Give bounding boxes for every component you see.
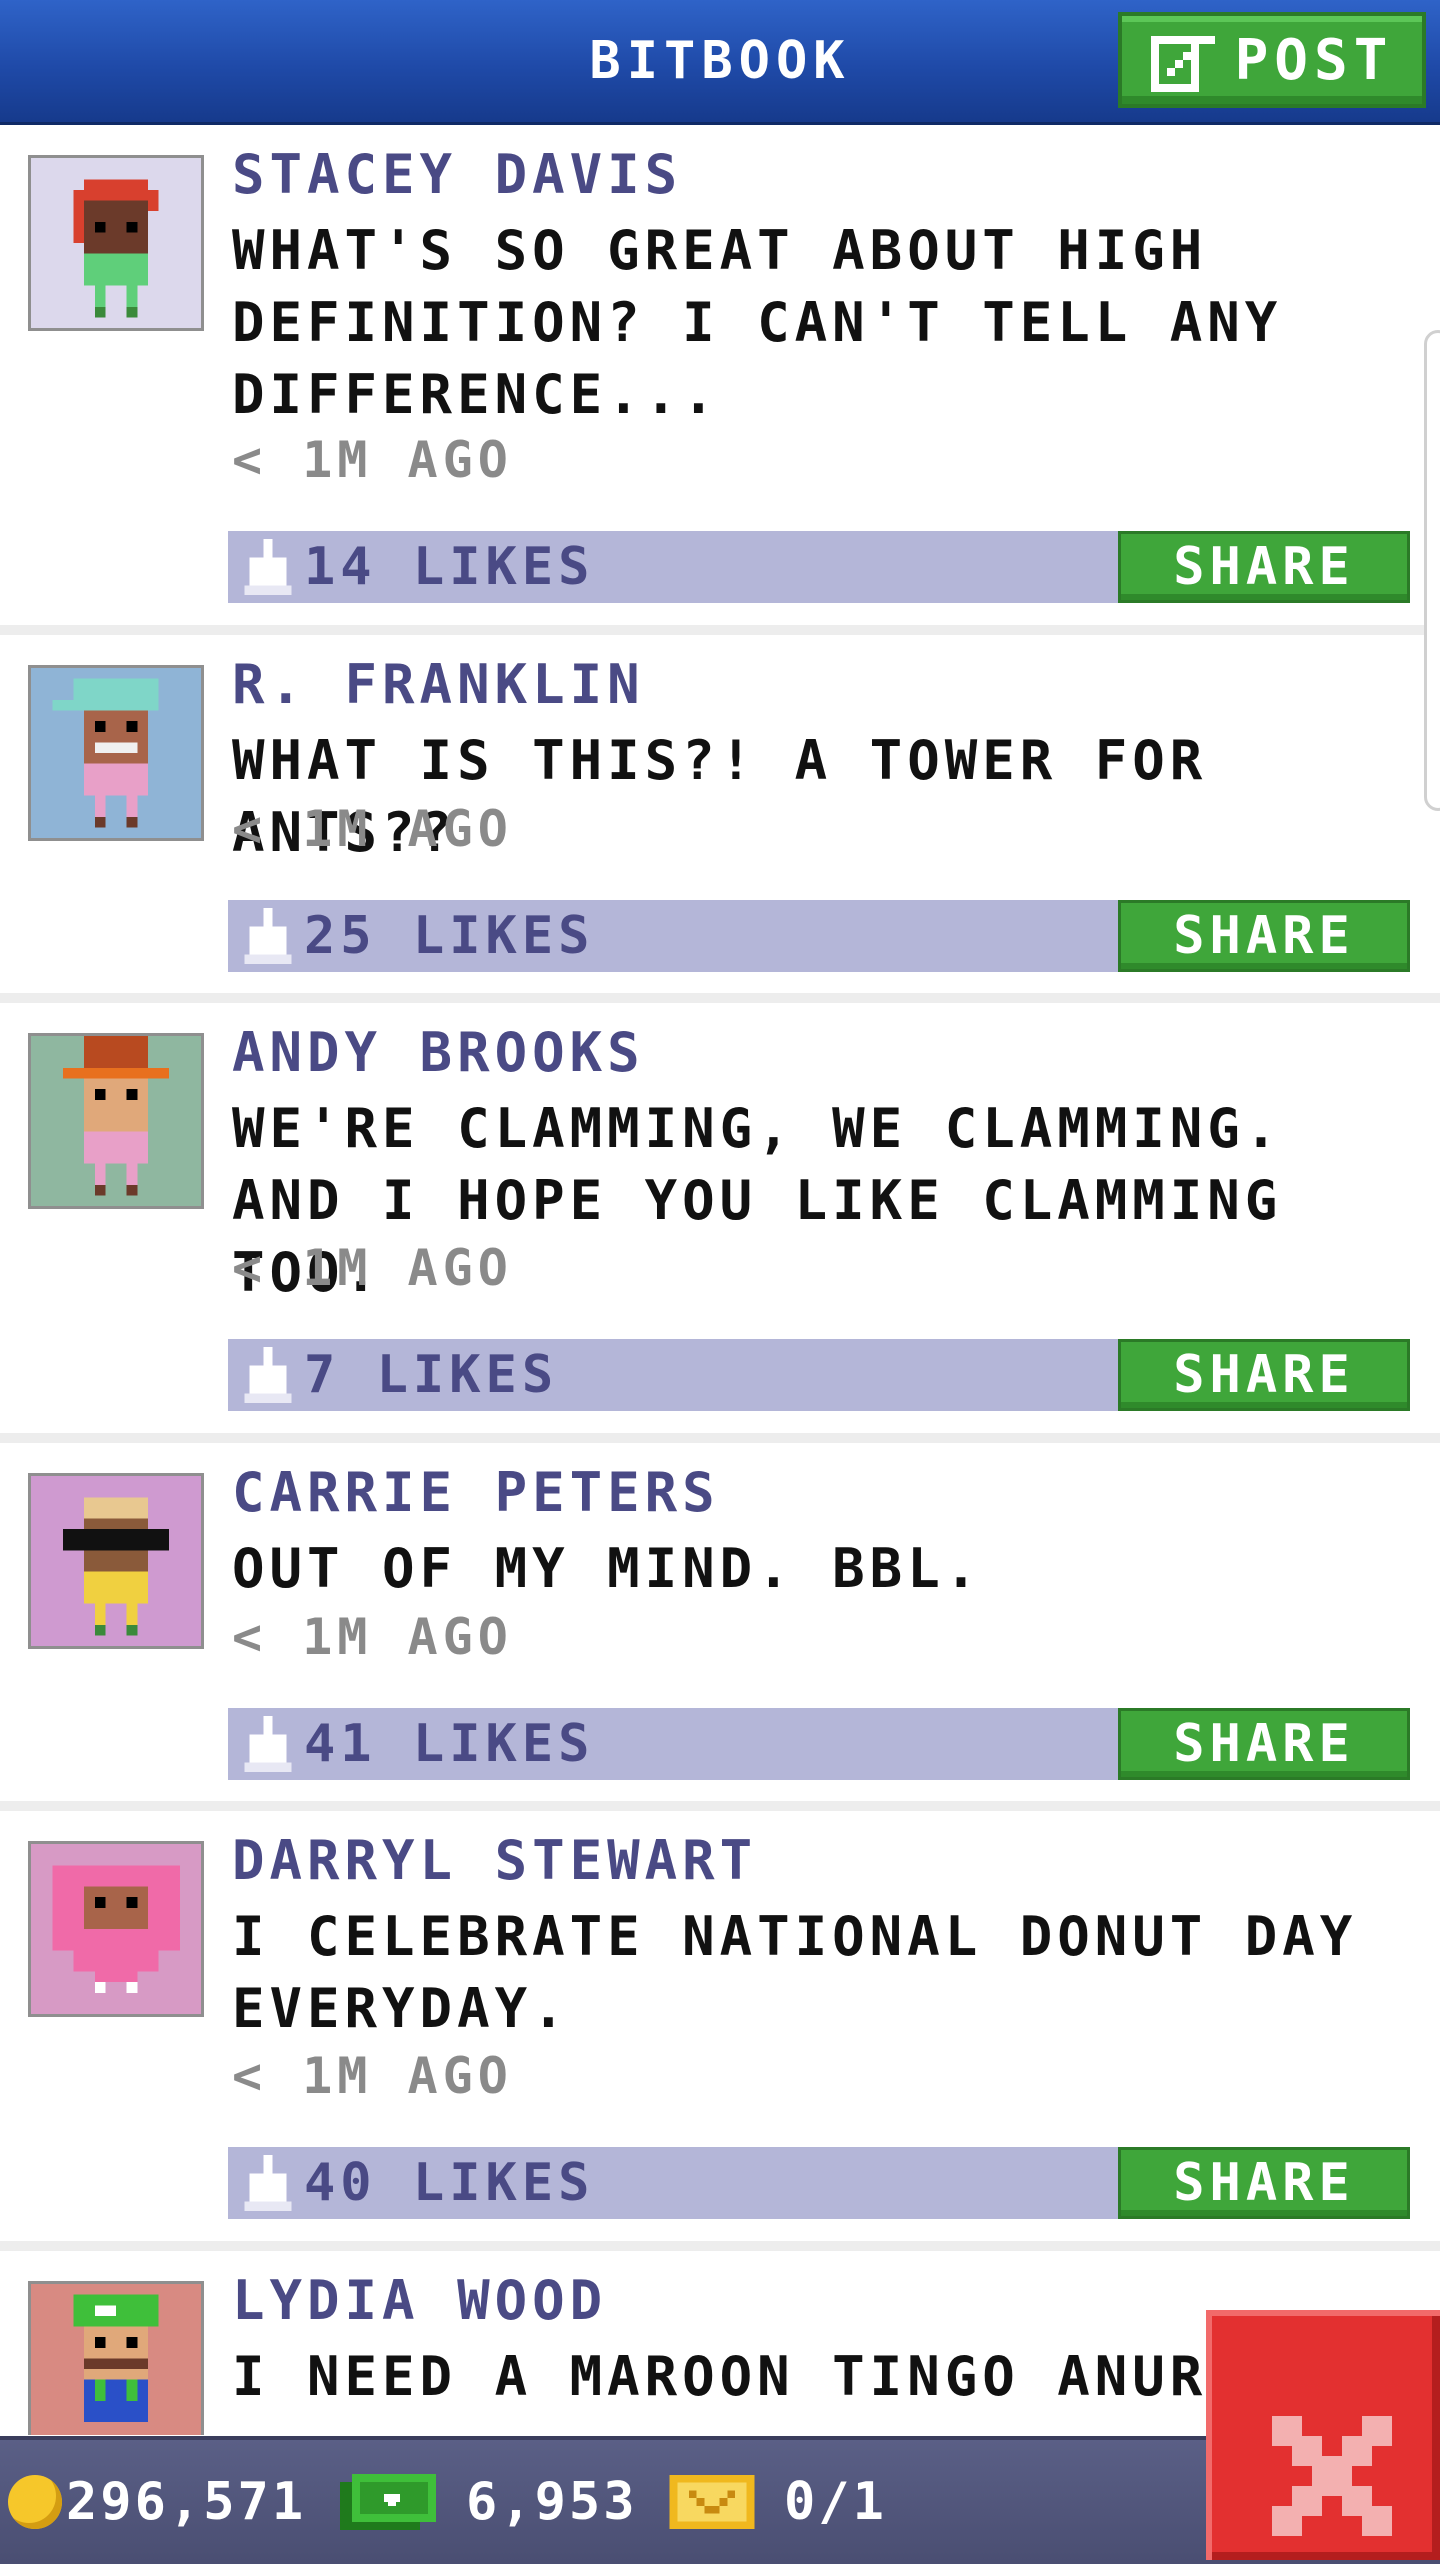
likes-count: 14 LIKES [304,537,595,597]
feed-post: ANDY BROOKS WE'RE CLAMMING, WE CLAMMING.… [0,1003,1440,1443]
post-author[interactable]: STACEY DAVIS [232,143,682,206]
share-button[interactable]: SHARE [1118,1708,1410,1780]
close-icon [1272,2416,1392,2536]
post-time: < 1M AGO [232,431,513,489]
avatar[interactable] [28,1473,204,1649]
likes-count: 40 LIKES [304,2153,595,2213]
post-author[interactable]: R. FRANKLIN [232,653,645,716]
post-button[interactable]: POST [1118,12,1426,108]
avatar[interactable] [28,155,204,331]
share-button[interactable]: SHARE [1118,531,1410,603]
bux-icon [340,2474,436,2530]
likes-count: 25 LIKES [304,906,595,966]
ticket-icon [669,2475,755,2529]
share-button[interactable]: SHARE [1118,2147,1410,2219]
avatar[interactable] [28,1841,204,2017]
feed-post: STACEY DAVIS WHAT'S SO GREAT ABOUT HIGH … [0,125,1440,635]
likes-bar: 41 LIKES SHARE [228,1708,1410,1780]
like-icon[interactable] [240,1714,296,1774]
bux-stat[interactable]: 6,953 [340,2440,638,2564]
feed-post: R. FRANKLIN WHAT IS THIS?! A TOWER FOR A… [0,635,1440,1003]
coins-stat: 296,571 [8,2440,306,2564]
share-button[interactable]: SHARE [1118,900,1410,972]
likes-bar: 7 LIKES SHARE [228,1339,1410,1411]
post-time: < 1M AGO [232,800,513,858]
tickets-value: 0/1 [784,2472,887,2532]
share-button[interactable]: SHARE [1118,1339,1410,1411]
close-button[interactable] [1206,2310,1440,2560]
like-icon[interactable] [240,2153,296,2213]
avatar[interactable] [28,2281,204,2435]
avatar[interactable] [28,665,204,841]
post-author[interactable]: CARRIE PETERS [232,1461,720,1524]
post-author[interactable]: LYDIA WOOD [232,2269,607,2332]
tickets-stat[interactable]: 0/1 [668,2440,887,2564]
likes-bar: 40 LIKES SHARE [228,2147,1410,2219]
likes-bar: 14 LIKES SHARE [228,531,1410,603]
feed-post: CARRIE PETERS OUT OF MY MIND. BBL. < 1M … [0,1443,1440,1811]
like-icon[interactable] [240,1345,296,1405]
like-icon[interactable] [240,537,296,597]
post-button-label: POST [1234,27,1394,93]
post-author[interactable]: ANDY BROOKS [232,1021,645,1084]
post-text: I CELEBRATE NATIONAL DONUT DAY EVERYDAY. [232,1905,1358,2040]
post-author[interactable]: DARRYL STEWART [232,1829,757,1892]
app-header: BITBOOK POST [0,0,1440,125]
like-icon[interactable] [240,906,296,966]
feed-post: DARRYL STEWART I CELEBRATE NATIONAL DONU… [0,1811,1440,2251]
coin-icon [8,2475,62,2529]
likes-bar: 25 LIKES SHARE [228,900,1410,972]
coins-value: 296,571 [66,2472,307,2532]
avatar[interactable] [28,1033,204,1209]
post-text: OUT OF MY MIND. BBL. [232,1537,983,1600]
edit-icon [1150,28,1215,92]
likes-count: 7 LIKES [304,1345,559,1405]
post-text: WHAT'S SO GREAT ABOUT HIGH DEFINITION? I… [232,219,1283,426]
bux-value: 6,953 [466,2472,638,2532]
likes-count: 41 LIKES [304,1714,595,1774]
news-feed[interactable]: STACEY DAVIS WHAT'S SO GREAT ABOUT HIGH … [0,125,1440,2435]
post-time: < 1M AGO [232,1608,513,1666]
post-time: < 1M AGO [232,1239,513,1297]
post-time: < 1M AGO [232,2047,513,2105]
scrollbar[interactable] [1424,330,1440,811]
